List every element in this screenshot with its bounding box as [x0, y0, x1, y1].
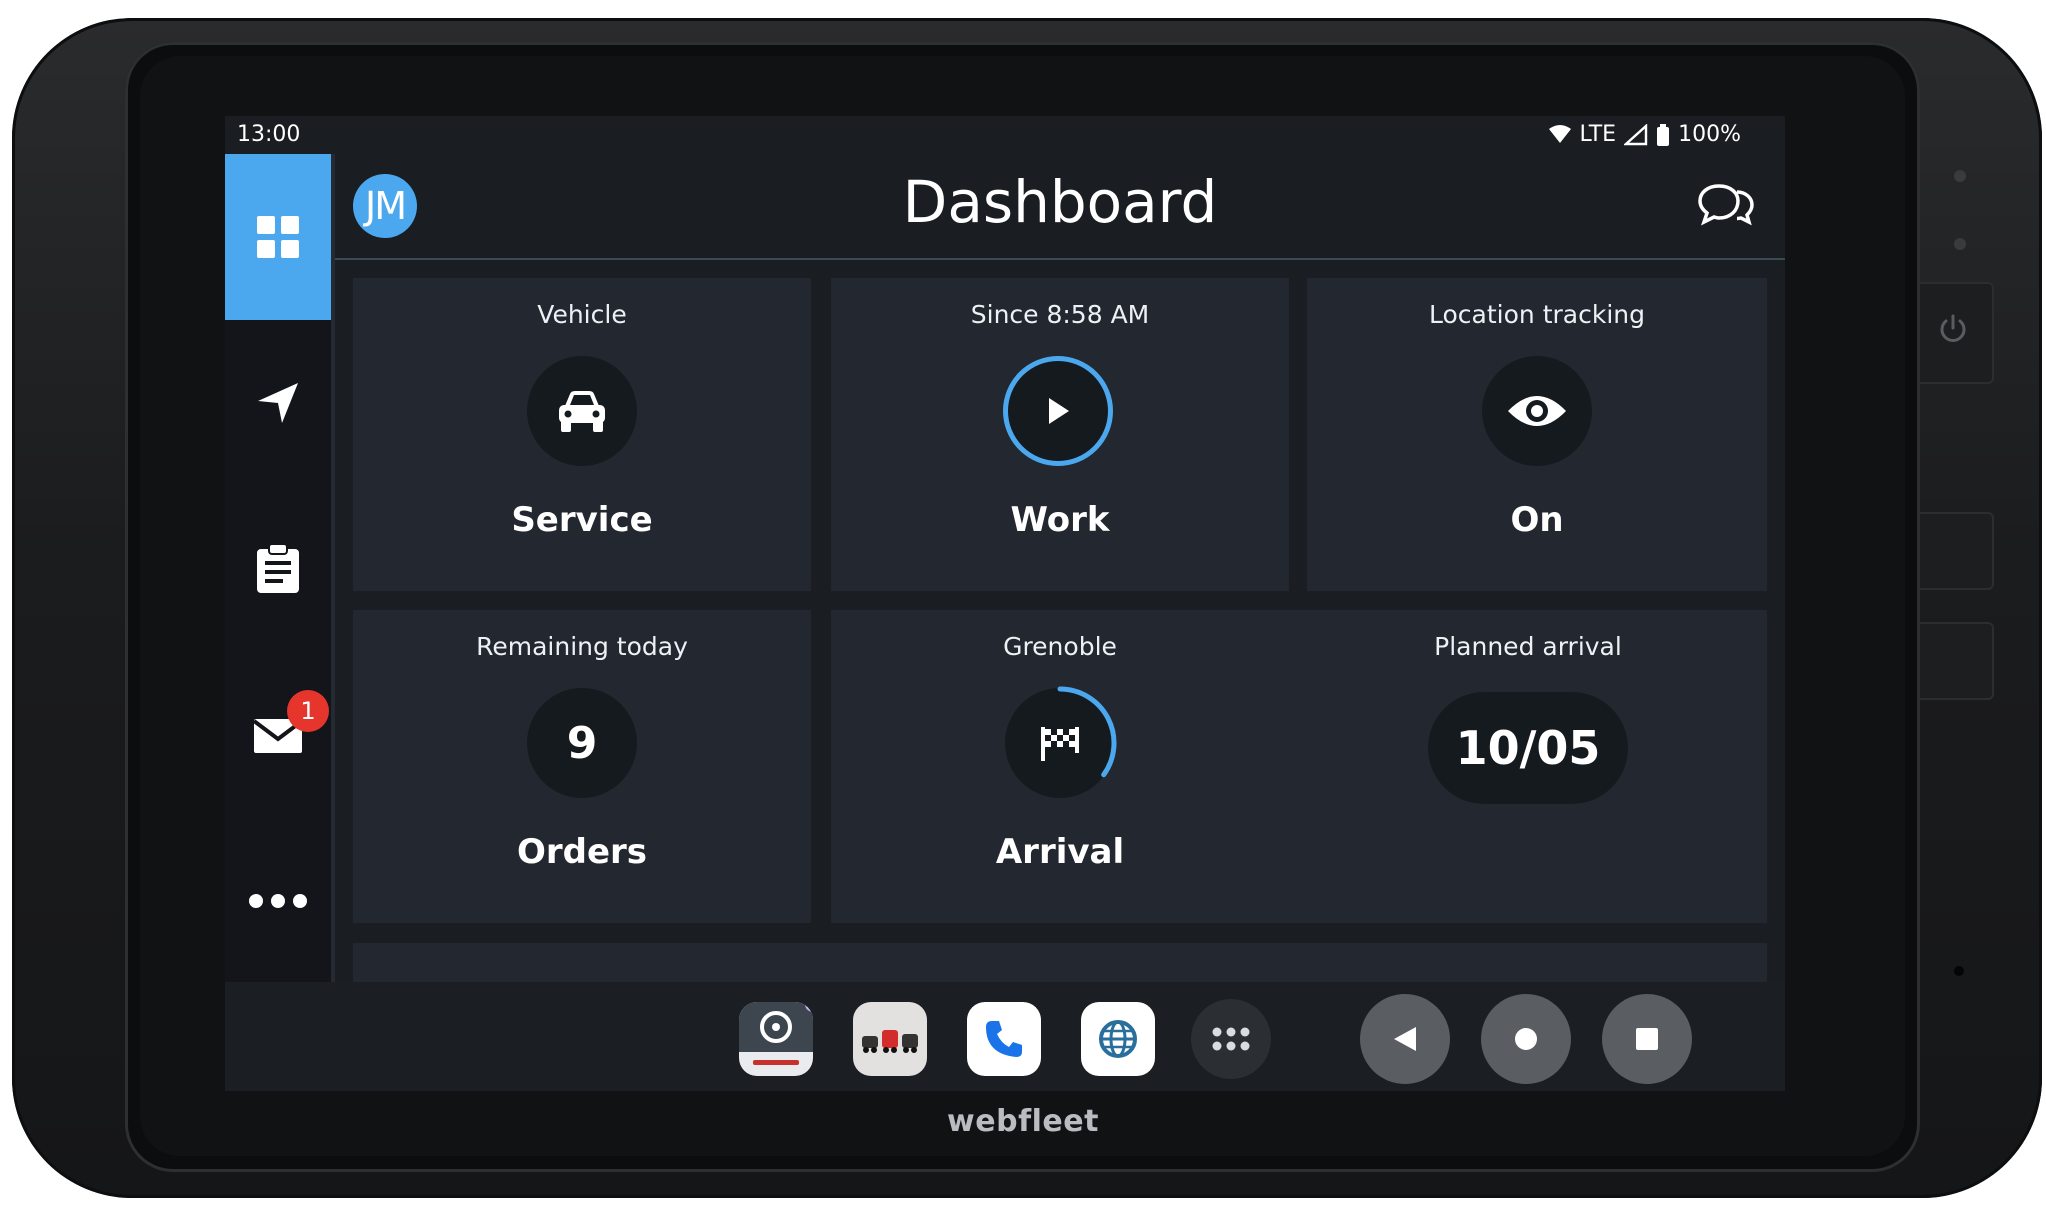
- vehicles-app-icon[interactable]: [853, 1002, 927, 1076]
- back-button[interactable]: [1360, 994, 1450, 1084]
- tile-remaining-value: Orders: [516, 832, 648, 872]
- screen: 13:00 LTE 100% 1 JM Dashboard Vehicle Se…: [225, 116, 1785, 1091]
- taskbar: [225, 982, 1785, 1091]
- sidebar-item-orders[interactable]: [225, 486, 331, 652]
- back-icon: [1394, 1027, 1416, 1051]
- signal-icon: [1624, 123, 1648, 145]
- tile-vehicle-icon-circle: [527, 356, 637, 466]
- tile-work-caption: Since 8:58 AM: [970, 300, 1150, 329]
- page-title: Dashboard: [902, 168, 1218, 236]
- tile-work[interactable]: Since 8:58 AM Work: [831, 278, 1289, 591]
- car-icon: [559, 391, 605, 432]
- play-icon: [1049, 398, 1069, 424]
- app-header: JM Dashboard: [335, 154, 1785, 260]
- tablet-device: webfleet 13:00 LTE 100% 1 JM Dashboard V…: [0, 0, 2046, 1208]
- status-indicators: LTE 100%: [1548, 122, 1741, 147]
- recents-icon: [1636, 1028, 1658, 1050]
- brand-logo: webfleet: [947, 1104, 1099, 1139]
- tile-destination-value: Arrival: [995, 832, 1125, 872]
- tile-location-value: On: [1510, 500, 1564, 540]
- tile-location-caption: Location tracking: [1429, 300, 1645, 329]
- recents-button[interactable]: [1602, 994, 1692, 1084]
- power-icon: [1940, 314, 1966, 342]
- status-bar: 13:00 LTE 100%: [225, 116, 1785, 154]
- sidebar-item-navigation[interactable]: [225, 320, 331, 486]
- tile-remaining-orders[interactable]: Remaining today 9 Orders: [353, 610, 811, 923]
- eye-icon: [1508, 396, 1566, 426]
- phone-app-icon[interactable]: [967, 1002, 1041, 1076]
- sidebar-item-dashboard[interactable]: [225, 154, 331, 320]
- webfleet-driver-app-icon[interactable]: [739, 1002, 813, 1076]
- unread-badge: 1: [287, 690, 329, 732]
- grid-icon: [257, 216, 299, 258]
- home-icon: [1515, 1028, 1537, 1050]
- tile-vehicle[interactable]: Vehicle Service: [353, 278, 811, 591]
- tile-work-icon-circle[interactable]: [1003, 356, 1113, 466]
- network-label: LTE: [1579, 122, 1617, 147]
- sidebar: 1: [225, 154, 331, 982]
- tile-route[interactable]: Grenoble Arrival Planned arrival 10/05: [831, 610, 1767, 923]
- clipboard-icon: [257, 543, 299, 593]
- tile-destination-caption: Grenoble: [1003, 632, 1117, 661]
- more-dots-icon: [249, 894, 307, 908]
- tile-work-value: Work: [1010, 500, 1110, 540]
- home-button[interactable]: [1481, 994, 1571, 1084]
- tile-planned-caption: Planned arrival: [1434, 632, 1622, 661]
- sidebar-item-messages[interactable]: 1: [225, 652, 331, 818]
- tile-location-icon-circle: [1482, 356, 1592, 466]
- browser-app-icon[interactable]: [1081, 1002, 1155, 1076]
- wifi-icon: [1548, 124, 1571, 143]
- status-time: 13:00: [237, 122, 301, 147]
- planned-arrival-value: 10/05: [1428, 692, 1628, 804]
- navigation-arrow-icon: [258, 383, 298, 423]
- app-drawer-icon[interactable]: [1191, 999, 1271, 1079]
- sidebar-item-more[interactable]: [225, 818, 331, 984]
- chat-icon[interactable]: [1697, 182, 1755, 228]
- front-sensor: [1954, 170, 1966, 182]
- front-camera: [1954, 238, 1966, 250]
- tile-remaining-count: 9: [527, 688, 637, 798]
- route-progress-arc: [1057, 686, 1117, 778]
- tile-vehicle-value: Service: [511, 500, 653, 540]
- tile-location[interactable]: Location tracking On: [1307, 278, 1767, 591]
- microphone: [1954, 966, 1964, 976]
- tile-remaining-caption: Remaining today: [476, 632, 688, 661]
- tile-vehicle-caption: Vehicle: [537, 300, 627, 329]
- sidebar-divider: [331, 154, 335, 982]
- battery-level: 100%: [1678, 122, 1741, 147]
- battery-icon: [1657, 123, 1670, 146]
